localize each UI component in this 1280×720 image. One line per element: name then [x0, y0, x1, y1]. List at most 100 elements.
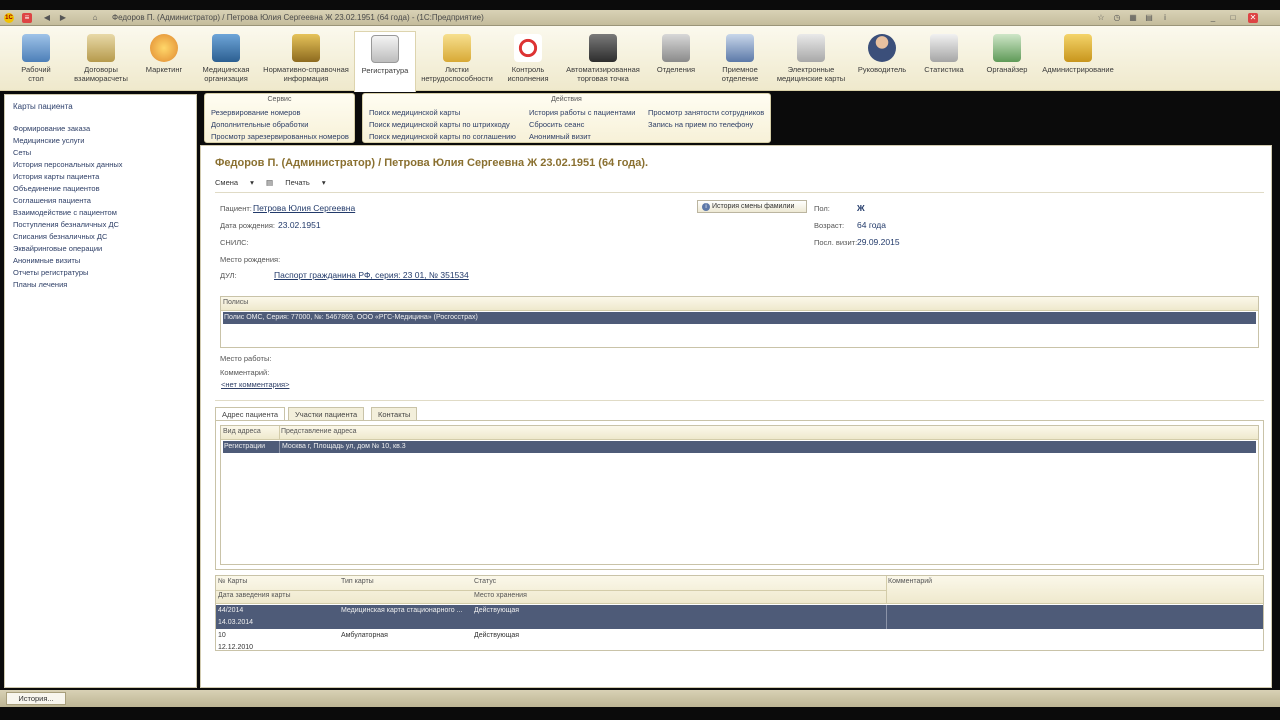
registry-icon [371, 35, 399, 63]
section-registry[interactable]: Регистратура [354, 31, 416, 92]
history-icon[interactable]: ◷ [1112, 13, 1122, 23]
section-sick-leave[interactable]: Листки нетрудоспособности [420, 34, 494, 83]
organization-icon [212, 34, 240, 62]
section-cash-register[interactable]: Автоматизированная торговая точка [564, 34, 642, 83]
print-dropdown[interactable]: ▤ Печать ▾ [266, 178, 326, 187]
table-row[interactable]: Полис ОМС, Серия: 77000, №: 5467869, ООО… [223, 312, 1256, 324]
age-label: Возраст: [814, 221, 845, 230]
policies-grid[interactable]: Полисы Полис ОМС, Серия: 77000, №: 54678… [220, 296, 1259, 348]
sidebar-item[interactable]: Списания безналичных ДС [13, 231, 123, 243]
dul-link[interactable]: Паспорт гражданина РФ, серия: 23 01, № 3… [274, 270, 469, 280]
window-title-bar: 1C ≡ ◀ ▶ ⌂ Федоров П. (Администратор) / … [0, 10, 1280, 26]
comment-link[interactable]: <нет комментария> [221, 380, 289, 389]
sidebar-item[interactable]: Формирование заказа [13, 123, 123, 135]
history-button[interactable]: История... [6, 692, 66, 705]
medical-cards-grid[interactable]: № Карты Тип карты Статус Комментарий Дат… [215, 575, 1264, 651]
section-organization[interactable]: Медицинская организация [198, 34, 254, 83]
action-link[interactable]: Поиск медицинской карты по штрихкоду [369, 120, 510, 129]
maximize-icon[interactable]: □ [1228, 13, 1238, 23]
action-link[interactable]: Просмотр занятости сотрудников [648, 108, 764, 117]
actions-panel-title: Действия [551, 96, 582, 103]
sidebar-item[interactable]: Объединение пациентов [13, 183, 123, 195]
divider [215, 192, 1264, 193]
calendar-icon[interactable]: ▤ [1144, 13, 1154, 23]
sidebar-item[interactable]: Поступления безналичных ДС [13, 219, 123, 231]
departments-icon [662, 34, 690, 62]
app-logo-icon[interactable]: 1C [4, 13, 14, 23]
tab-content: Вид адреса Представление адреса Регистра… [215, 420, 1264, 570]
tab-contacts[interactable]: Контакты [371, 407, 418, 420]
desktop-icon [22, 34, 50, 62]
section-emr[interactable]: Электронные медицинские карты [772, 34, 850, 83]
column-header: Представление адреса [281, 428, 357, 435]
navigation-sidebar: Карты пациента Формирование заказа Медиц… [4, 94, 197, 688]
policies-header: Полисы [223, 299, 249, 306]
change-dropdown[interactable]: Смена ▾ [215, 178, 254, 187]
section-reference[interactable]: Нормативно-справочная информация [262, 34, 350, 83]
snils-label: СНИЛС: [220, 238, 249, 247]
menu-icon[interactable]: ≡ [22, 13, 32, 23]
patient-link[interactable]: Петрова Юлия Сергеевна [253, 203, 355, 213]
sidebar-item[interactable]: История персональных данных [13, 159, 123, 171]
sidebar-item[interactable]: Взаимодействие с пациентом [13, 207, 123, 219]
sidebar-item[interactable]: Планы лечения [13, 279, 123, 291]
action-link[interactable]: Запись на прием по телефону [648, 120, 753, 129]
sidebar-item[interactable]: Соглашения пациента [13, 195, 123, 207]
sidebar-item[interactable]: История карты пациента [13, 171, 123, 183]
service-link[interactable]: Просмотр зарезервированных номеров [211, 132, 349, 141]
actions-panel: Действия Поиск медицинской карты Поиск м… [362, 93, 771, 143]
section-manager[interactable]: Руководитель [854, 34, 910, 74]
service-link[interactable]: Дополнительные обработки [211, 120, 308, 129]
action-link[interactable]: Сбросить сеанс [529, 120, 584, 129]
forward-icon[interactable]: ▶ [58, 13, 68, 23]
section-departments[interactable]: Отделения [654, 34, 698, 74]
tab-address[interactable]: Адрес пациента [215, 407, 286, 421]
info-icon: i [702, 203, 710, 211]
statistics-icon [930, 34, 958, 62]
favorites-icon[interactable]: ☆ [1096, 13, 1106, 23]
close-icon[interactable]: ✕ [1248, 13, 1258, 23]
tab-districts[interactable]: Участки пациента [288, 407, 365, 420]
organizer-icon [993, 34, 1021, 62]
birthplace-label: Место рождения: [220, 255, 281, 264]
last-visit-value: 29.09.2015 [857, 237, 900, 247]
divider [215, 400, 1264, 401]
section-desktop[interactable]: Рабочий стол [14, 34, 58, 83]
last-visit-label: Посл. визит: [814, 238, 858, 247]
info-icon[interactable]: i [1160, 13, 1170, 23]
home-icon[interactable]: ⌂ [90, 13, 100, 23]
column-header: Вид адреса [223, 428, 261, 435]
sidebar-item[interactable]: Анонимные визиты [13, 255, 123, 267]
name-history-button[interactable]: i История смены фамилии [697, 200, 807, 213]
sidebar-header[interactable]: Карты пациента [13, 102, 73, 111]
window-title: Федоров П. (Администратор) / Петрова Юли… [112, 13, 484, 22]
table-row[interactable]: Регистрации Москва г, Площадь ул, дом № … [223, 441, 1256, 453]
action-link[interactable]: Поиск медицинской карты по соглашению [369, 132, 516, 141]
action-link[interactable]: Анонимный визит [529, 132, 591, 141]
section-statistics[interactable]: Статистика [920, 34, 968, 74]
column-header: Дата заведения карты [218, 592, 291, 599]
action-link[interactable]: Поиск медицинской карты [369, 108, 460, 117]
back-icon[interactable]: ◀ [42, 13, 52, 23]
minimize-icon[interactable]: _ [1208, 13, 1218, 23]
section-administration[interactable]: Администрирование [1040, 34, 1116, 74]
section-contracts[interactable]: Договоры взаиморасчеты [70, 34, 132, 83]
sidebar-item[interactable]: Отчеты регистратуры [13, 267, 123, 279]
section-control[interactable]: Контроль исполнения [506, 34, 550, 83]
marketing-icon [150, 34, 178, 62]
table-row[interactable]: 10 Амбулаторная Действующая 12.12.2010 [216, 630, 1263, 654]
action-link[interactable]: История работы с пациентами [529, 108, 635, 117]
table-row[interactable]: 44/2014 Медицинская карта стационарного … [216, 605, 1263, 629]
section-marketing[interactable]: Маркетинг [142, 34, 186, 74]
sidebar-item[interactable]: Эквайринговые операции [13, 243, 123, 255]
address-grid[interactable]: Вид адреса Представление адреса Регистра… [220, 425, 1259, 565]
calculator-icon[interactable]: ▦ [1128, 13, 1138, 23]
section-organizer[interactable]: Органайзер [982, 34, 1032, 74]
sidebar-item[interactable]: Медицинские услуги [13, 135, 123, 147]
manager-icon [868, 34, 896, 62]
sidebar-item[interactable]: Сеты [13, 147, 123, 159]
service-link[interactable]: Резервирование номеров [211, 108, 301, 117]
cash-register-icon [589, 34, 617, 62]
section-reception[interactable]: Приемное отделение [718, 34, 762, 83]
page-title: Федоров П. (Администратор) / Петрова Юли… [215, 157, 649, 169]
